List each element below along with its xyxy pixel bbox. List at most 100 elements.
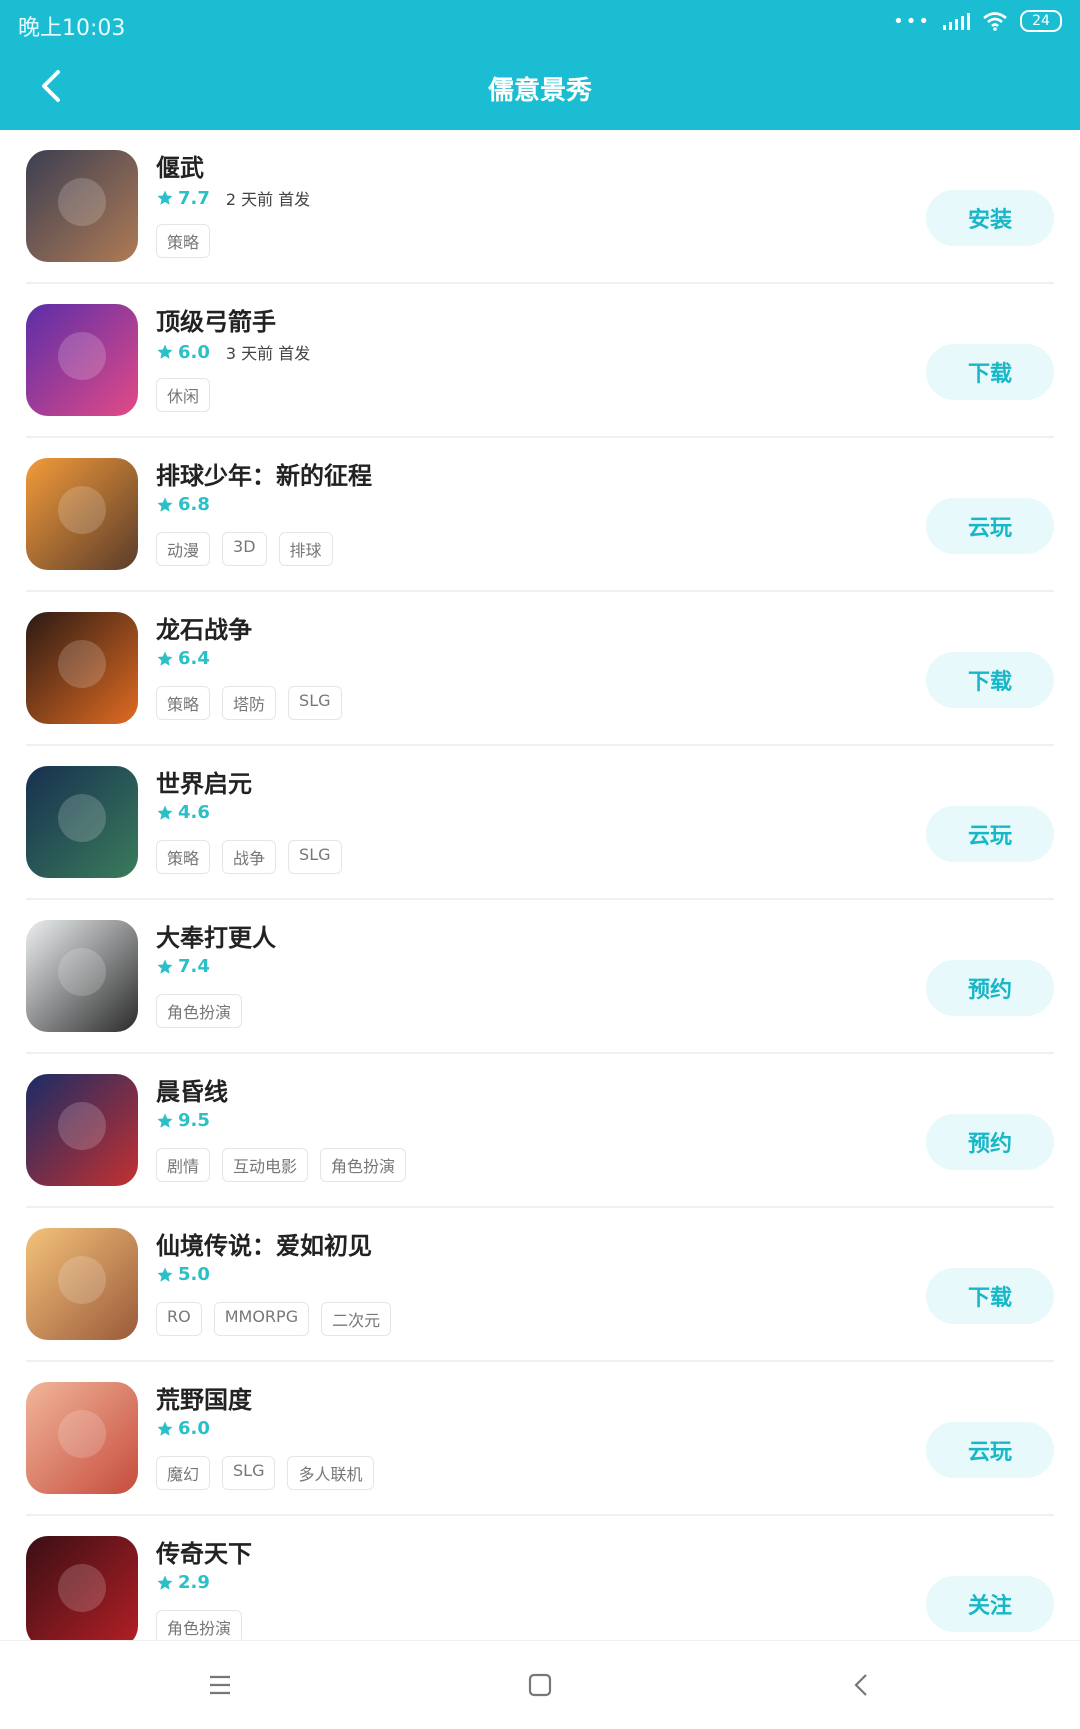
rating-value: 5.0 [178, 1264, 210, 1285]
game-icon[interactable] [26, 1536, 138, 1648]
game-tags: 休闲 [156, 378, 211, 412]
game-name: 仙境传说：爱如初见 [156, 1232, 372, 1260]
game-list: 偃武 7.7 2 天前 首发 策略 安装 顶级弓箭手 6.0 3 天前 首发 休闲 下载 排球少年：… [0, 130, 1080, 1670]
signal-icon [943, 12, 970, 30]
genre-tag: SLG [288, 840, 342, 874]
rating-value: 7.7 [178, 187, 210, 209]
rating-value: 6.8 [178, 494, 210, 515]
star-icon [157, 1113, 173, 1128]
game-icon[interactable] [26, 612, 138, 724]
game-action-button[interactable]: 预约 [926, 1114, 1054, 1170]
star-icon [157, 651, 173, 666]
rating-value: 6.0 [178, 1418, 210, 1439]
game-tags: 剧情 互动电影 角色扮演 [156, 1148, 407, 1182]
game-icon[interactable] [26, 304, 138, 416]
game-action-button[interactable]: 下载 [926, 1268, 1054, 1324]
star-icon [157, 1575, 173, 1590]
game-name: 传奇天下 [156, 1540, 252, 1568]
genre-tag: 角色扮演 [156, 1610, 243, 1644]
game-rating: 2.9 [156, 1572, 210, 1593]
page-title: 儒意景秀 [487, 76, 592, 106]
menu-icon[interactable] [200, 1665, 240, 1705]
star-icon [157, 497, 173, 512]
game-meta: 7.4 [156, 956, 210, 977]
game-rating: 4.6 [156, 802, 210, 823]
game-tags: 动漫 3D 排球 [156, 532, 333, 566]
app-header: 晚上10:03 ••• 24 儒意景秀 [0, 0, 1080, 130]
star-icon [157, 1267, 173, 1282]
game-rating: 6.0 [156, 342, 210, 363]
game-list-item[interactable]: 世界启元 4.6 策略 战争 SLG 云玩 [26, 746, 1054, 900]
game-meta: 6.8 [156, 494, 210, 515]
game-list-item[interactable]: 排球少年：新的征程 6.8 动漫 3D 排球 云玩 [26, 438, 1054, 592]
genre-tag: 策略 [156, 686, 211, 720]
game-list-item[interactable]: 荒野国度 6.0 魔幻 SLG 多人联机 云玩 [26, 1362, 1054, 1516]
system-nav-bar [0, 1640, 1080, 1729]
game-icon[interactable] [26, 150, 138, 262]
back-nav-icon[interactable] [842, 1665, 882, 1705]
game-icon[interactable] [26, 1074, 138, 1186]
rating-value: 4.6 [178, 802, 210, 823]
nav-bar: 儒意景秀 [0, 48, 1080, 130]
star-icon [157, 959, 173, 974]
home-icon[interactable] [520, 1665, 560, 1705]
rating-value: 2.9 [178, 1572, 210, 1593]
game-name: 龙石战争 [156, 616, 252, 644]
rating-value: 6.0 [178, 341, 210, 363]
game-name: 偃武 [156, 154, 204, 182]
release-info: 2 天前 首发 [225, 190, 311, 209]
game-meta: 5.0 [156, 1264, 210, 1285]
game-icon[interactable] [26, 920, 138, 1032]
rating-value: 9.5 [178, 1110, 210, 1131]
game-action-button[interactable]: 关注 [926, 1576, 1054, 1632]
game-rating: 7.4 [156, 956, 210, 977]
game-rating: 5.0 [156, 1264, 210, 1285]
game-list-item[interactable]: 仙境传说：爱如初见 5.0 RO MMORPG 二次元 下载 [26, 1208, 1054, 1362]
genre-tag: 互动电影 [222, 1148, 309, 1182]
game-list-item[interactable]: 偃武 7.7 2 天前 首发 策略 安装 [26, 130, 1054, 284]
genre-tag: 动漫 [156, 532, 211, 566]
game-icon[interactable] [26, 458, 138, 570]
game-icon[interactable] [26, 1228, 138, 1340]
game-name: 排球少年：新的征程 [156, 462, 372, 490]
star-icon [157, 805, 173, 820]
game-action-button[interactable]: 安装 [926, 190, 1054, 246]
game-rating: 7.7 [156, 188, 210, 209]
game-name: 晨昏线 [156, 1078, 228, 1106]
game-meta: 4.6 [156, 802, 210, 823]
game-action-button[interactable]: 下载 [926, 344, 1054, 400]
star-icon [157, 190, 173, 205]
genre-tag: 排球 [278, 532, 333, 566]
game-name: 顶级弓箭手 [156, 308, 276, 336]
game-name: 荒野国度 [156, 1386, 252, 1414]
game-rating: 6.0 [156, 1418, 210, 1439]
game-icon[interactable] [26, 766, 138, 878]
game-name: 大奉打更人 [156, 924, 276, 952]
game-action-button[interactable]: 云玩 [926, 806, 1054, 862]
genre-tag: 多人联机 [287, 1456, 374, 1490]
release-info: 3 天前 首发 [225, 344, 311, 363]
game-icon[interactable] [26, 1382, 138, 1494]
game-list-item[interactable]: 大奉打更人 7.4 角色扮演 预约 [26, 900, 1054, 1054]
game-action-button[interactable]: 预约 [926, 960, 1054, 1016]
game-rating: 9.5 [156, 1110, 210, 1131]
game-list-item[interactable]: 龙石战争 6.4 策略 塔防 SLG 下载 [26, 592, 1054, 746]
game-rating: 6.4 [156, 648, 210, 669]
genre-tag: 3D [222, 532, 267, 566]
game-action-button[interactable]: 云玩 [926, 1422, 1054, 1478]
game-list-item[interactable]: 顶级弓箭手 6.0 3 天前 首发 休闲 下载 [26, 284, 1054, 438]
game-tags: RO MMORPG 二次元 [156, 1302, 392, 1336]
genre-tag: 策略 [156, 840, 211, 874]
status-icons: ••• 24 [893, 10, 1062, 32]
genre-tag: 二次元 [321, 1302, 392, 1336]
genre-tag: SLG [288, 686, 342, 720]
game-name: 世界启元 [156, 770, 252, 798]
genre-tag: 塔防 [222, 686, 277, 720]
game-list-item[interactable]: 晨昏线 9.5 剧情 互动电影 角色扮演 预约 [26, 1054, 1054, 1208]
game-tags: 策略 战争 SLG [156, 840, 342, 874]
star-icon [157, 1421, 173, 1436]
game-action-button[interactable]: 云玩 [926, 498, 1054, 554]
battery-indicator: 24 [1020, 10, 1062, 32]
game-action-button[interactable]: 下载 [926, 652, 1054, 708]
game-meta: 2.9 [156, 1572, 210, 1593]
